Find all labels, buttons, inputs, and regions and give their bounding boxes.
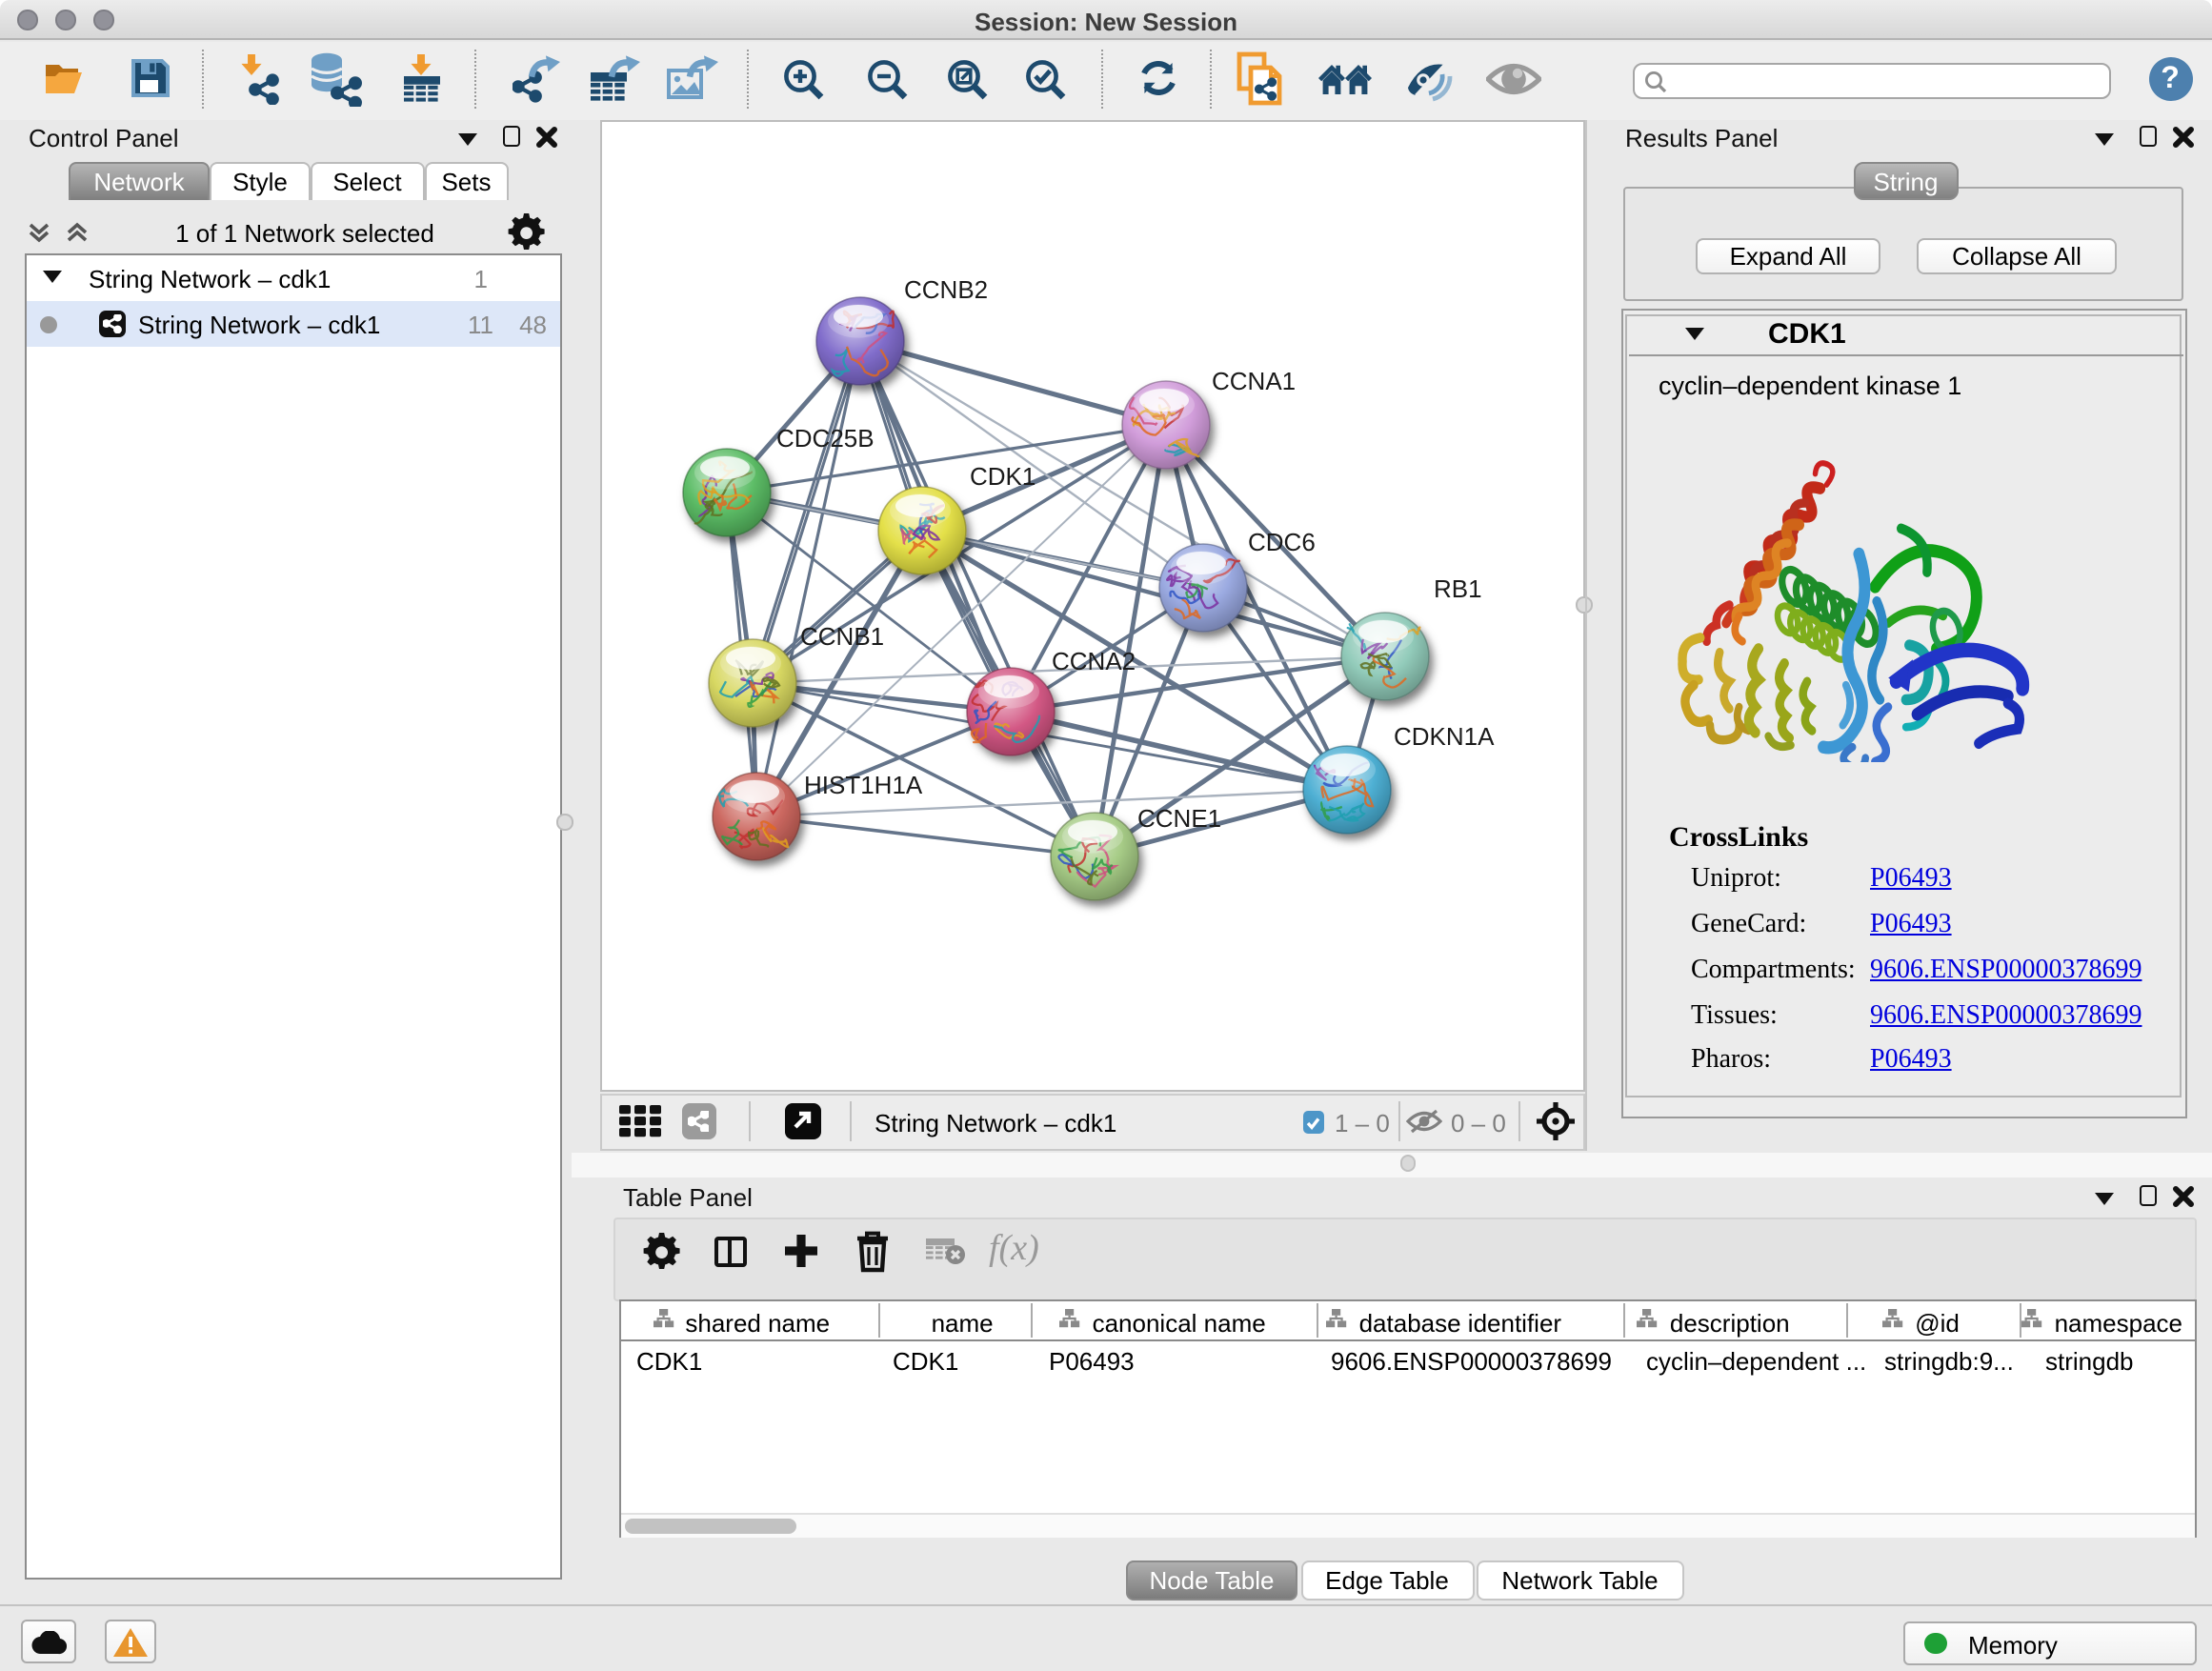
svg-text:CCNA1: CCNA1 (1212, 366, 1296, 394)
svg-text:RB1: RB1 (1434, 574, 1482, 602)
svg-text:CDC6: CDC6 (1248, 527, 1316, 555)
svg-text:CCNB1: CCNB1 (800, 621, 884, 650)
svg-text:HIST1H1A: HIST1H1A (804, 770, 923, 798)
svg-text:CDK1: CDK1 (970, 461, 1036, 490)
svg-text:CCNE1: CCNE1 (1137, 803, 1221, 832)
svg-text:CDC25B: CDC25B (776, 423, 875, 452)
svg-text:CCNA2: CCNA2 (1052, 646, 1136, 674)
svg-text:CDKN1A: CDKN1A (1394, 721, 1495, 750)
svg-text:CCNB2: CCNB2 (904, 274, 988, 303)
